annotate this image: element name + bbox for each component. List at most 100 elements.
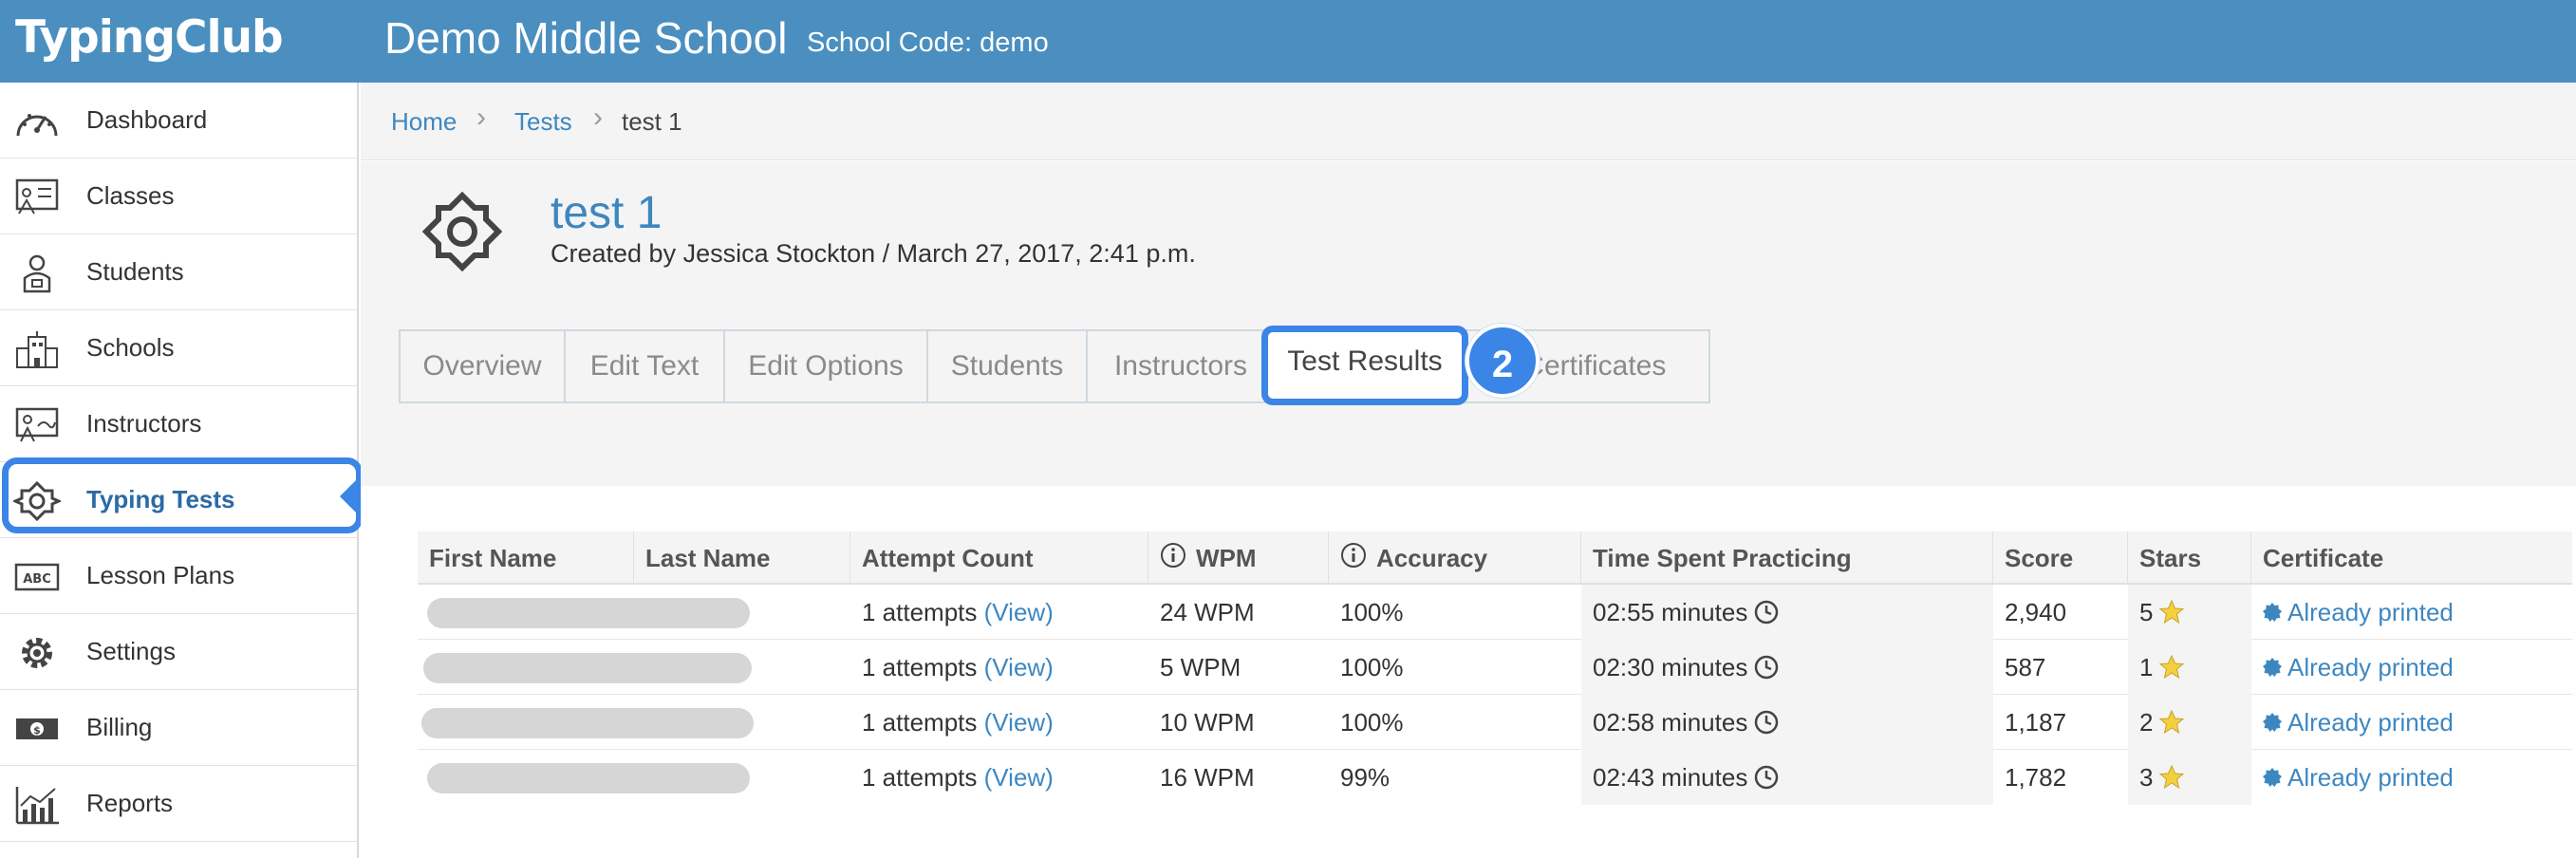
clock-icon (1755, 765, 1779, 790)
breadcrumb-home[interactable]: Home (391, 107, 457, 137)
accuracy-cell: 100% (1340, 653, 1404, 681)
time-value: 02:58 minutes (1593, 708, 1748, 737)
sidebar-item-reports[interactable]: Reports (0, 766, 357, 842)
col-wpm-label: WPM (1196, 544, 1257, 572)
tab-edit-options[interactable]: Edit Options (723, 329, 928, 403)
sidebar-item-label: Settings (86, 637, 176, 665)
sidebar-item-label: Billing (86, 713, 153, 741)
top-header: TypingClub Demo Middle School School Cod… (0, 0, 2576, 83)
table-row: 1 attempts (View) 24 WPM 100% 02:55 minu… (418, 585, 2572, 640)
star-icon (2159, 654, 2185, 680)
certificate-link[interactable]: Already printed (2287, 598, 2454, 626)
certificate-link[interactable]: Already printed (2287, 708, 2454, 737)
sidebar-item-label: Dashboard (86, 105, 208, 134)
sidebar-item-label: Lesson Plans (86, 561, 235, 589)
stars-cell: 2 (2128, 695, 2251, 750)
col-attempt-count[interactable]: Attempt Count (850, 532, 1148, 585)
sidebar-item-classes[interactable]: Classes (0, 159, 357, 234)
sidebar-item-label: Students (86, 257, 184, 286)
tab-test-results[interactable]: Test Results (1261, 326, 1468, 405)
school-building-icon (16, 331, 58, 368)
score-cell: 2,940 (2005, 598, 2067, 626)
redacted-name (423, 653, 752, 683)
main-content: Home › Tests › test 1 test 1 Created by … (361, 83, 2576, 858)
view-attempt-link[interactable]: (View) (984, 763, 1054, 792)
sidebar-item-settings[interactable]: Settings (0, 614, 357, 690)
money-icon: $ (16, 718, 58, 739)
view-attempt-link[interactable]: (View) (984, 653, 1054, 681)
certificate-cell: Already printed (2251, 585, 2454, 640)
attempt-count: 1 attempts (862, 708, 978, 737)
instructor-icon (15, 407, 59, 442)
results-table: First Name Last Name Attempt Count WPM A… (361, 486, 2576, 858)
info-icon[interactable] (1340, 542, 1367, 569)
certificate-link[interactable]: Already printed (2287, 763, 2454, 792)
student-icon (23, 254, 51, 293)
attempt-cell: 1 attempts (View) (850, 640, 1054, 695)
sidebar-item-lesson-plans[interactable]: ABC Lesson Plans (0, 538, 357, 614)
certificate-seal-icon (2263, 658, 2282, 678)
col-time-spent[interactable]: Time Spent Practicing (1581, 532, 1993, 585)
certificate-seal-icon (2263, 713, 2282, 733)
table-row: 1 attempts (View) 16 WPM 99% 02:43 minut… (418, 750, 2572, 805)
tab-edit-text[interactable]: Edit Text (564, 329, 725, 403)
accuracy-cell: 100% (1340, 708, 1404, 737)
svg-text:ABC: ABC (23, 572, 51, 587)
col-first-name[interactable]: First Name (418, 532, 634, 585)
col-score[interactable]: Score (1993, 532, 2128, 585)
tab-overview[interactable]: Overview (399, 329, 566, 403)
school-name: Demo Middle School (384, 13, 788, 63)
score-cell: 587 (2005, 653, 2046, 681)
tab-students[interactable]: Students (926, 329, 1088, 403)
abc-icon: ABC (14, 563, 60, 591)
info-icon[interactable] (1160, 542, 1186, 569)
wpm-cell: 24 WPM (1160, 598, 1255, 626)
certificate-seal-icon (2263, 603, 2282, 623)
attempt-cell: 1 attempts (View) (850, 585, 1054, 640)
breadcrumb-current: test 1 (622, 107, 682, 136)
certificate-link[interactable]: Already printed (2287, 653, 2454, 681)
sidebar-item-label: Classes (86, 181, 175, 210)
redacted-name (421, 708, 754, 738)
accuracy-cell: 99% (1340, 763, 1391, 792)
sidebar-item-dashboard[interactable]: Dashboard (0, 83, 357, 159)
table-row: 1 attempts (View) 5 WPM 100% 02:30 minut… (418, 640, 2572, 695)
gear-icon (22, 638, 52, 668)
test-header (361, 161, 2576, 486)
sidebar-item-billing[interactable]: $ Billing (0, 690, 357, 766)
typingclub-logo[interactable]: TypingClub (15, 11, 284, 64)
classroom-icon (15, 178, 59, 214)
sidebar-item-schools[interactable]: Schools (0, 310, 357, 386)
wpm-cell: 10 WPM (1160, 708, 1255, 737)
attempt-count: 1 attempts (862, 653, 978, 681)
accuracy-cell: 100% (1340, 598, 1404, 626)
breadcrumb-tests[interactable]: Tests (514, 107, 572, 137)
wpm-cell: 16 WPM (1160, 763, 1255, 792)
gauge-icon (16, 114, 58, 137)
col-wpm[interactable]: WPM (1148, 532, 1329, 585)
school-code: School Code: demo (807, 28, 1049, 58)
certificate-seal-icon (2263, 768, 2282, 788)
time-cell: 02:30 minutes (1581, 640, 1993, 695)
col-stars[interactable]: Stars (2128, 532, 2251, 585)
tab-instructors[interactable]: Instructors (1086, 329, 1276, 403)
col-accuracy[interactable]: Accuracy (1329, 532, 1581, 585)
time-value: 02:43 minutes (1593, 763, 1748, 792)
sidebar-item-instructors[interactable]: Instructors (0, 386, 357, 462)
annotation-badge-2: 2 (1465, 324, 1540, 398)
view-attempt-link[interactable]: (View) (984, 598, 1054, 626)
col-last-name[interactable]: Last Name (634, 532, 850, 585)
stars-count: 2 (2139, 708, 2154, 737)
stars-count: 1 (2139, 653, 2154, 681)
stars-cell: 1 (2128, 640, 2251, 695)
chart-icon (15, 787, 59, 825)
stars-count: 5 (2139, 598, 2154, 626)
sidebar-item-label: Schools (86, 333, 175, 362)
col-certificate[interactable]: Certificate (2251, 532, 2572, 585)
sidebar-item-students[interactable]: Students (0, 234, 357, 310)
star-icon (2159, 764, 2185, 790)
stars-cell: 5 (2128, 585, 2251, 640)
clock-icon (1755, 655, 1779, 680)
attempt-cell: 1 attempts (View) (850, 695, 1054, 750)
view-attempt-link[interactable]: (View) (984, 708, 1054, 737)
